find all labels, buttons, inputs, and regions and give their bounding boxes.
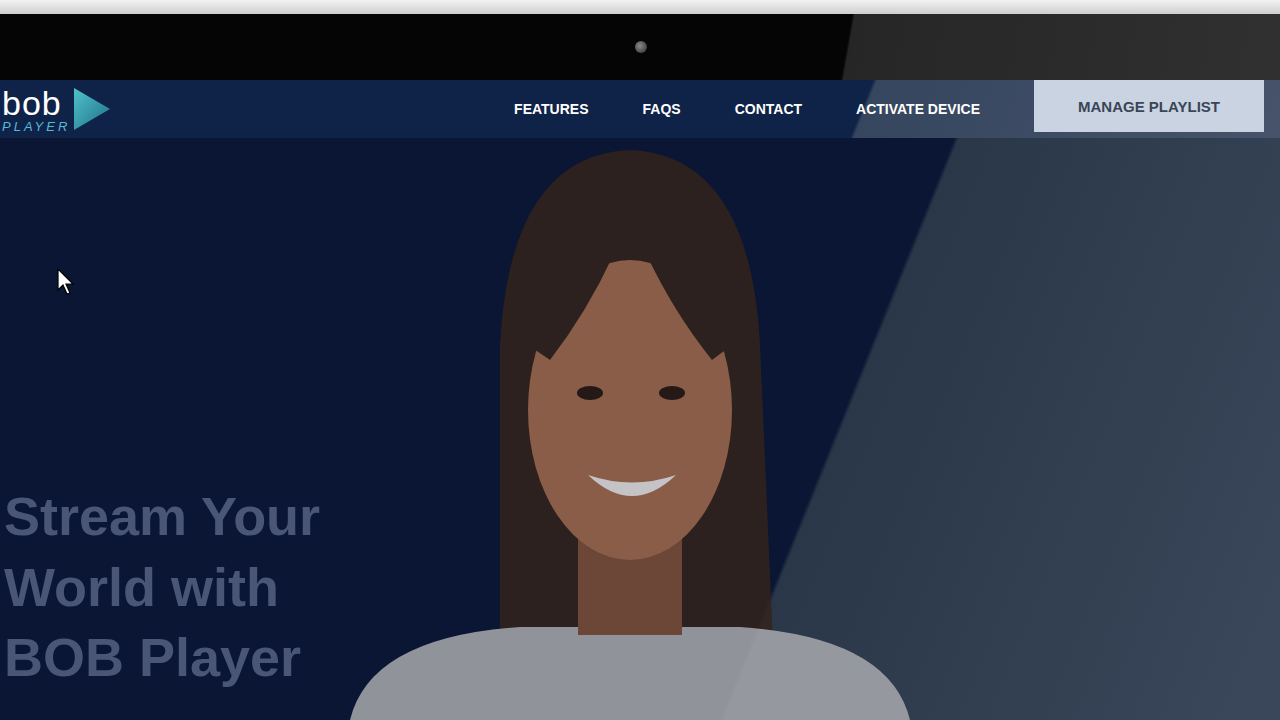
logo-name: bob — [2, 86, 70, 120]
camera-icon — [635, 41, 647, 53]
hero-heading: Stream YourWorld withBOB Player — [0, 481, 350, 720]
manage-playlist-button[interactable]: MANAGE PLAYLIST — [1034, 80, 1264, 132]
nav-link[interactable]: FEATURES — [514, 101, 588, 117]
logo-sub: PLAYER — [2, 120, 70, 133]
play-icon — [72, 86, 112, 132]
nav-link[interactable]: ACTIVATE DEVICE — [856, 101, 980, 117]
cursor-icon — [57, 268, 75, 296]
logo-text: bobPLAYER — [2, 86, 70, 133]
top-strip — [0, 0, 1280, 14]
nav-link[interactable]: CONTACT — [735, 101, 802, 117]
hero: Stream YourWorld withBOB Player — [0, 138, 1280, 720]
bezel — [0, 14, 1280, 80]
nav-link[interactable]: FAQS — [643, 101, 681, 117]
website: bobPLAYER FEATURES FAQS CONTACT ACTIVATE DEV… — [0, 80, 1280, 720]
nav-bar: bobPLAYER FEATURES FAQS CONTACT ACTIVATE DEV… — [0, 80, 1280, 138]
hero-line: World with — [4, 552, 350, 622]
laptop-screen-photo: bobPLAYER FEATURES FAQS CONTACT ACTIVATE DEV… — [0, 0, 1280, 720]
logo[interactable]: bobPLAYER — [0, 86, 112, 133]
hero-line: BOB Player — [4, 622, 350, 692]
hero-line: Stream Your — [4, 481, 350, 551]
hero-photo — [350, 145, 910, 720]
nav-links: FEATURES FAQS CONTACT ACTIVATE DEVICE — [514, 101, 980, 117]
